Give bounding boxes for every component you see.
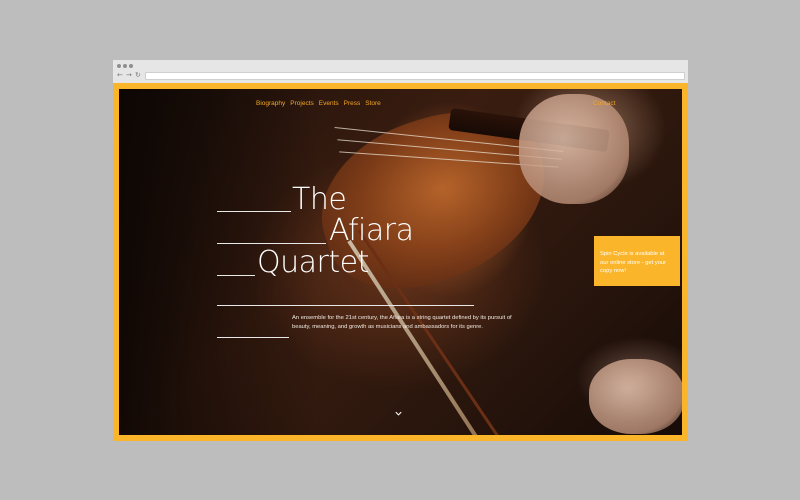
reload-icon[interactable]: ↻ (135, 72, 141, 79)
nav-item-projects[interactable]: Projects (290, 100, 313, 107)
title-rule-3 (217, 275, 255, 276)
bow-hand-image (589, 359, 682, 434)
nav-item-press[interactable]: Press (344, 100, 361, 107)
main-nav: Biography Projects Events Press Store (256, 100, 381, 107)
arrow-right-icon[interactable]: → (126, 72, 132, 79)
description-rule (217, 337, 289, 338)
online-store-link[interactable]: online store (610, 260, 640, 266)
window-maximize-dot[interactable] (129, 64, 133, 68)
nav-item-biography[interactable]: Biography (256, 100, 285, 107)
nav-item-store[interactable]: Store (365, 100, 381, 107)
hand-image (519, 94, 629, 204)
title-line-1: The (292, 182, 347, 217)
browser-chrome: ← → ↻ (113, 60, 688, 83)
nav-item-contact[interactable]: Contact (593, 100, 615, 107)
hero-description: An ensemble for the 21st century, the Af… (292, 315, 512, 330)
promo-box: Spin Cycle is available at our online st… (594, 236, 680, 286)
nav-item-events[interactable]: Events (319, 100, 339, 107)
title-line-2: Afiara (329, 213, 414, 248)
address-bar[interactable] (145, 72, 685, 80)
chevron-down-icon[interactable] (394, 409, 403, 418)
title-line-3: Quartet (257, 245, 369, 280)
title-rule-1 (217, 211, 291, 212)
title-rule-2 (217, 243, 326, 244)
arrow-left-icon[interactable]: ← (117, 72, 123, 79)
window-close-dot[interactable] (117, 64, 121, 68)
window-minimize-dot[interactable] (123, 64, 127, 68)
divider-rule (217, 305, 474, 306)
